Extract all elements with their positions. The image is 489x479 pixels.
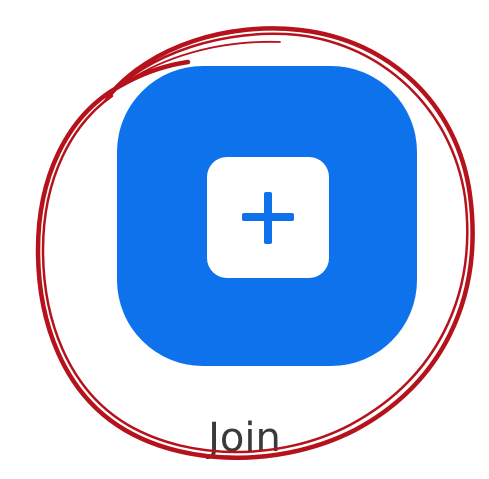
- plus-icon: [242, 192, 294, 244]
- join-control-area: Join: [0, 0, 489, 479]
- join-label[interactable]: Join: [0, 412, 489, 464]
- plus-tile: [207, 157, 329, 278]
- join-button[interactable]: [117, 66, 417, 366]
